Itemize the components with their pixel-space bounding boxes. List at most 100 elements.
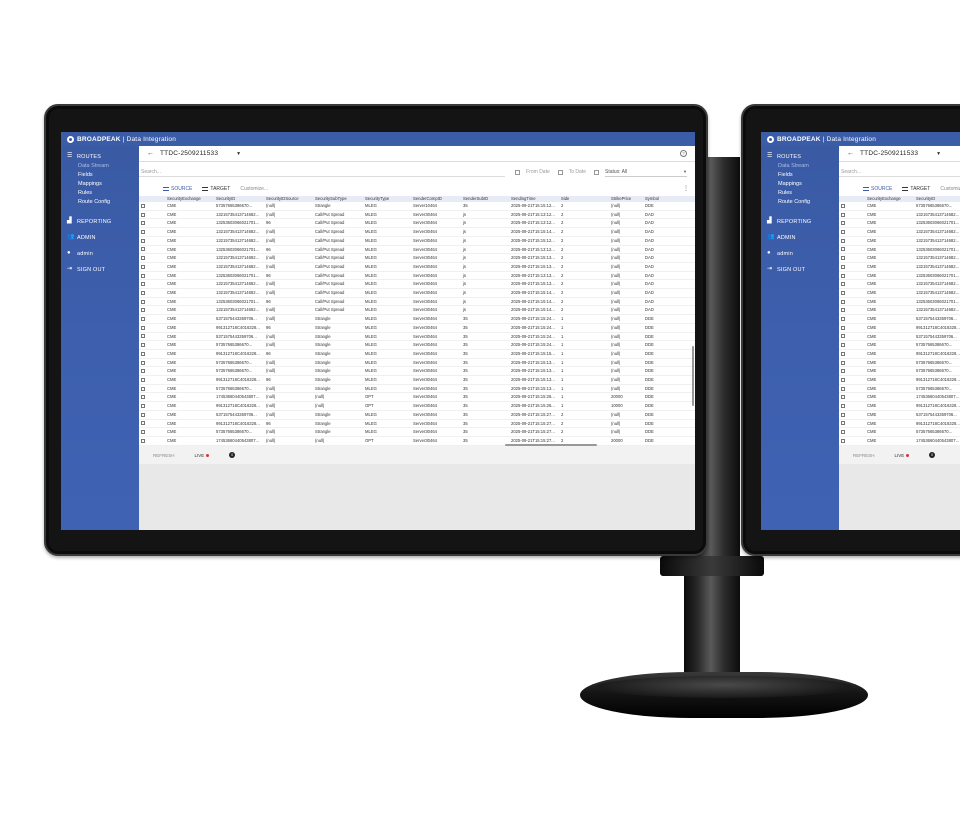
row-checkbox[interactable] [841,317,845,322]
table-row[interactable]: CME991312718C4016328...96StrangleMLEGSer… [139,349,695,359]
row-checkbox[interactable] [841,421,845,426]
status-select[interactable]: Status: All ▼ [594,167,687,177]
table-row[interactable]: CME991312718C4016328...96StrangleMLEGSer… [139,375,695,385]
row-checkbox[interactable] [141,404,145,409]
row-checkbox[interactable] [841,369,845,374]
row-checkbox[interactable] [141,421,145,426]
table-row[interactable]: CME13215735413714682...(null)Call/Put Sp… [839,236,960,246]
sidebar-section-routes[interactable]: ☰ ROUTES [761,151,839,162]
row-checkbox[interactable] [841,282,845,287]
search-input[interactable]: Search... [839,167,960,177]
table-row[interactable]: CME991312718C4016328...96StrangleMLEGSer… [139,323,695,333]
table-row[interactable]: CME17453660440543807...(null)(null)OPTSe… [139,436,695,446]
table-row[interactable]: CME57357665386670...(null)StrangleMLEGSe… [139,427,695,437]
tab-source[interactable]: SOURCE [863,186,892,192]
sidebar-section-reporting[interactable]: ▟ REPORTING [61,216,139,227]
row-checkbox[interactable] [141,299,145,304]
sidebar-item-data-stream[interactable]: Data Stream [61,162,139,171]
row-checkbox[interactable] [841,264,845,269]
sidebar-item-fields[interactable]: Fields [61,171,139,180]
row-checkbox[interactable] [841,221,845,226]
table-row[interactable]: CME13215735413714682...(null)Call/Put Sp… [839,227,960,237]
refresh-button[interactable]: REFRESH [853,453,875,458]
row-checkbox[interactable] [141,369,145,374]
table-row[interactable]: CME13215735413714682...(null)Call/Put Sp… [139,236,695,246]
tab-target[interactable]: TARGET [902,186,930,192]
to-date-field[interactable]: To Date [557,169,586,175]
table-row[interactable]: CME5371575443359706...(null)StrangleMLEG… [839,332,960,342]
table-row[interactable]: CME991312718C4016328...96StrangleMLEGSer… [839,349,960,359]
sidebar-item-route-config[interactable]: Route Config [761,198,839,207]
live-toggle[interactable]: LIVE [195,453,210,458]
row-checkbox[interactable] [841,212,845,217]
row-checkbox[interactable] [141,317,145,322]
row-checkbox[interactable] [141,212,145,217]
row-checkbox[interactable] [841,230,845,234]
table-row[interactable]: CME13215735413714682...(null)Call/Put Sp… [139,305,695,316]
chevron-down-icon[interactable]: ▼ [936,151,941,157]
table-row[interactable]: CME57357665386670...(null)StrangleMLEGSe… [839,340,960,350]
row-checkbox[interactable] [841,404,845,409]
customize-link[interactable]: Customize... [240,186,268,192]
table-row[interactable]: CME57357665386670...(null)StrangleMLEGSe… [839,384,960,394]
tab-target[interactable]: TARGET [202,186,230,192]
table-row[interactable]: CME57357665386670...(null)StrangleMLEGSe… [139,384,695,394]
route-id[interactable]: TTDC-2509211533 [160,150,218,157]
table-row[interactable]: CME13215735413714682...(null)Call/Put Sp… [139,253,695,263]
table-row[interactable]: CME13215735413714682...(null)Call/Put Sp… [839,279,960,290]
route-id[interactable]: TTDC-2509211533 [860,150,918,157]
row-checkbox[interactable] [841,256,845,261]
table-row[interactable]: CME57357665386670...(null)StrangleMLEGSe… [139,202,695,211]
table-row[interactable]: CME57357665386670...(null)StrangleMLEGSe… [839,427,960,437]
from-date-field[interactable]: From Date [515,169,550,175]
more-vertical-icon[interactable]: ⋮ [683,185,689,192]
row-checkbox[interactable] [841,395,845,400]
row-checkbox[interactable] [841,203,845,208]
table-row[interactable]: CME13215735413714682...(null)Call/Put Sp… [139,210,695,220]
vertical-scrollbar[interactable] [692,346,694,406]
table-row[interactable]: CME13253603066021701...96Call/Put Spread… [139,297,695,307]
table-row[interactable]: CME17453660440543807...(null)(null)OPTSe… [839,392,960,403]
customize-link[interactable]: Customize... [940,186,960,192]
table-row[interactable]: CME57357665386670...(null)StrangleMLEGSe… [139,366,695,377]
table-row[interactable]: CME57357665386670...(null)StrangleMLEGSe… [839,202,960,211]
table-row[interactable]: CME13215735413714682...(null)Call/Put Sp… [139,262,695,272]
row-checkbox[interactable] [841,377,845,382]
row-checkbox[interactable] [141,430,145,435]
table-row[interactable]: CME13215735413714682...(null)Call/Put Sp… [839,305,960,316]
row-checkbox[interactable] [141,412,145,417]
table-row[interactable]: CME991312718C4016328...96StrangleMLEGSer… [839,419,960,429]
sidebar-sign-out[interactable]: ⇥ SIGN OUT [61,264,139,275]
row-checkbox[interactable] [141,343,145,348]
table-row[interactable]: CME13215735413714682...(null)Call/Put Sp… [839,288,960,298]
table-row[interactable]: CME13253603066021701...96Call/Put Spread… [139,218,695,229]
table-row[interactable]: CME17453660440543807...(null)(null)OPTSe… [839,436,960,446]
sidebar-item-mappings[interactable]: Mappings [761,180,839,189]
table-row[interactable]: CME13215735413714682...(null)Call/Put Sp… [139,288,695,298]
sidebar-section-routes[interactable]: ☰ ROUTES [61,151,139,162]
table-row[interactable]: CME991312718C4016328...96StrangleMLEGSer… [139,419,695,429]
table-row[interactable]: CME13215735413714682...(null)Call/Put Sp… [839,253,960,263]
row-checkbox[interactable] [841,238,845,243]
table-row[interactable]: CME5371575443359706...(null)StrangleMLEG… [139,314,695,324]
row-checkbox[interactable] [841,247,845,252]
table-row[interactable]: CME5371575443359706...(null)StrangleMLEG… [139,332,695,342]
chevron-down-icon[interactable]: ▼ [236,151,241,157]
table-row[interactable]: CME13215735413714682...(null)Call/Put Sp… [839,210,960,220]
table-row[interactable]: CME13253603066021701...96Call/Put Spread… [139,271,695,281]
table-row[interactable]: CME5371575443359706...(null)StrangleMLEG… [839,410,960,420]
row-checkbox[interactable] [141,247,145,252]
sidebar-user[interactable]: ● admin [61,248,139,259]
row-checkbox[interactable] [841,290,845,295]
row-checkbox[interactable] [841,273,845,278]
row-checkbox[interactable] [141,221,145,226]
table-row[interactable]: CME13215735413714682...(null)Call/Put Sp… [839,262,960,272]
row-checkbox[interactable] [141,360,145,365]
table-row[interactable]: CME13215735413714682...(null)Call/Put Sp… [139,227,695,237]
row-checkbox[interactable] [141,273,145,278]
table-row[interactable]: CME13253603066021701...96Call/Put Spread… [839,297,960,307]
table-row[interactable]: CME13253603066021701...96Call/Put Spread… [839,218,960,229]
sidebar-item-route-config[interactable]: Route Config [61,198,139,207]
row-checkbox[interactable] [141,290,145,295]
search-input[interactable]: Search... [139,167,506,177]
